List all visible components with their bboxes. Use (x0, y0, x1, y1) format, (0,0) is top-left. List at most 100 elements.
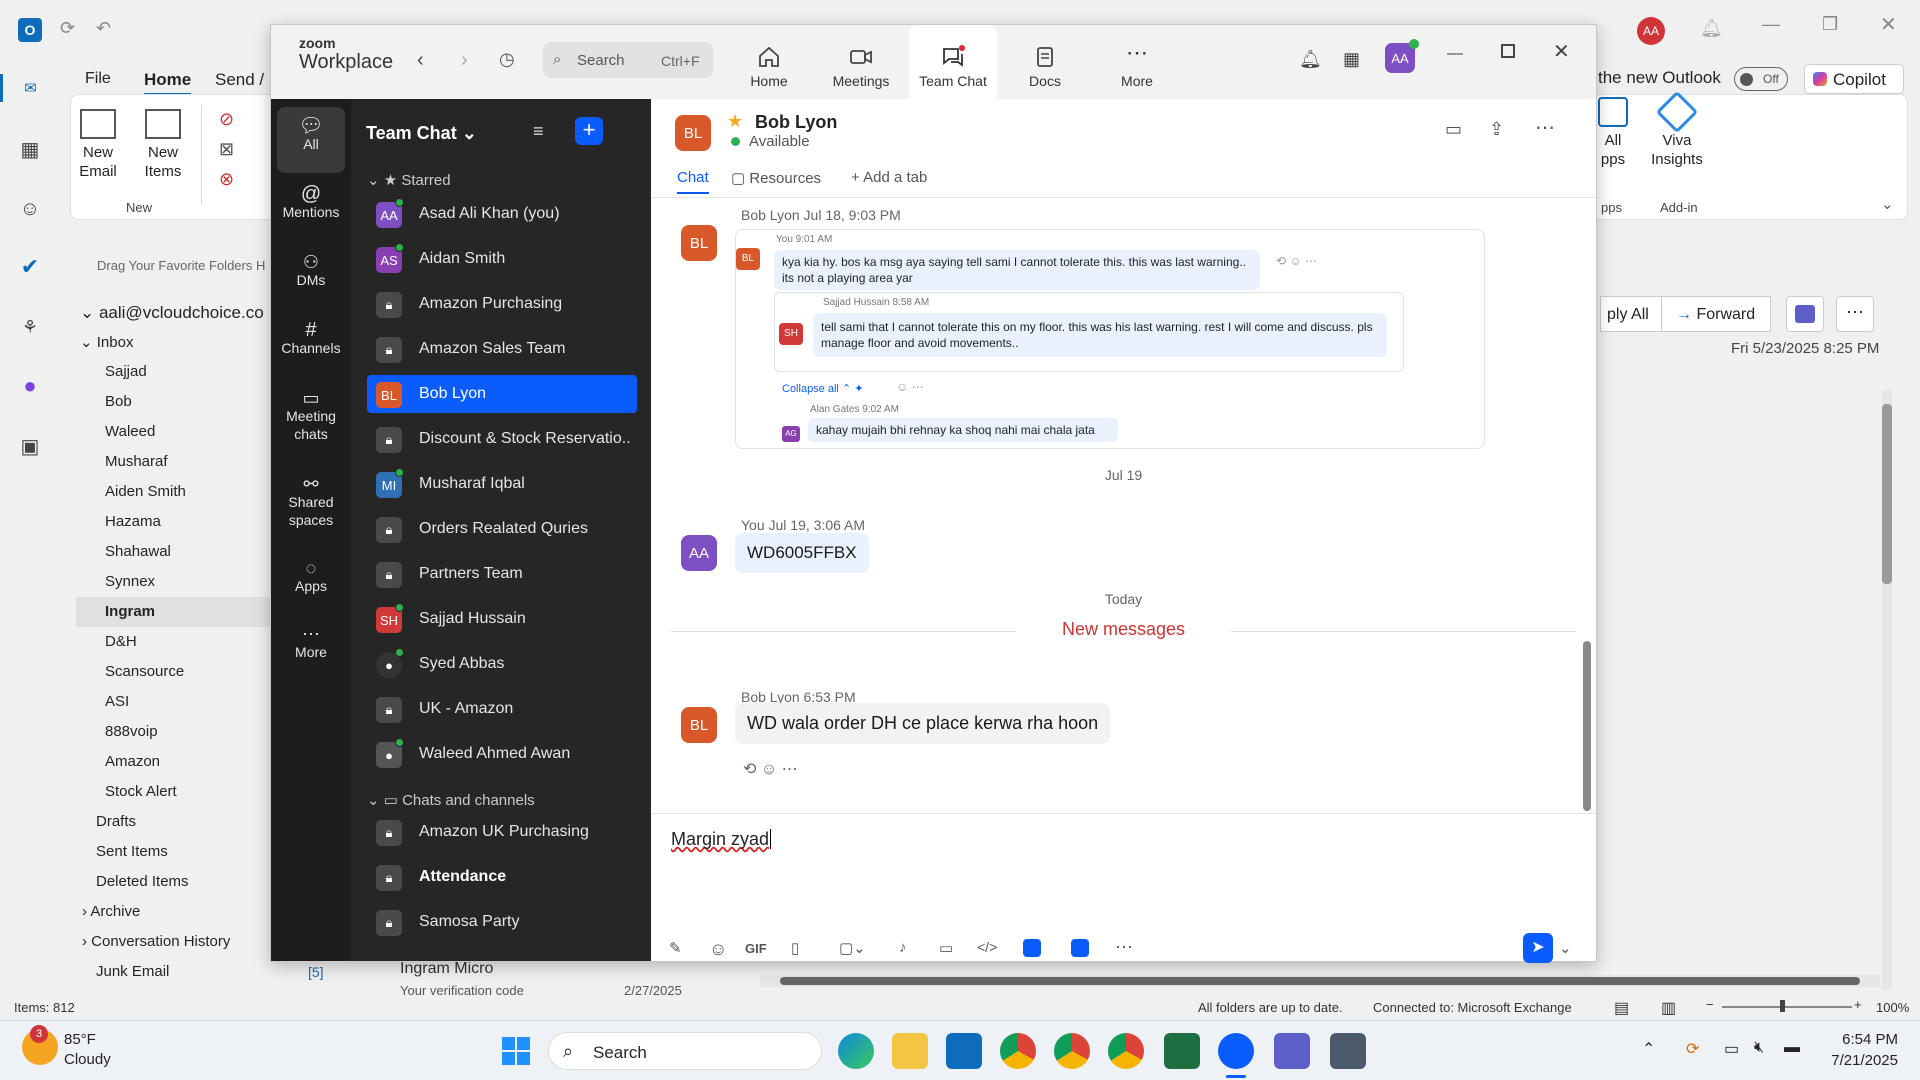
chat-item[interactable]: 🔒︎ Amazon Sales Team (367, 330, 637, 368)
folder-item[interactable]: Aiden Smith (105, 483, 186, 500)
new-items-button[interactable]: New Items (135, 109, 191, 181)
chat-item[interactable]: AS Aidan Smith (367, 240, 637, 278)
chat-item[interactable]: 🔒︎ Amazon Purchasing (367, 285, 637, 323)
compose-input[interactable]: Margin zyad (671, 829, 772, 850)
folder-item[interactable]: Hazama (105, 513, 161, 530)
bell-icon[interactable]: 🔔︎ (1700, 18, 1723, 39)
app-icon[interactable] (1023, 939, 1041, 957)
reading-scrollbar[interactable] (1882, 390, 1892, 990)
chat-item[interactable]: MI Musharaf Iqbal (367, 465, 637, 503)
chat-item-selected[interactable]: BL Bob Lyon (367, 375, 637, 413)
chat-item[interactable]: SH Sajjad Hussain (367, 600, 637, 638)
tab-resources[interactable]: ▢ Resources (731, 169, 821, 187)
tab-docs[interactable]: Docs (1001, 25, 1089, 99)
history-icon[interactable]: ◷ (499, 49, 515, 70)
folder-deleted[interactable]: Deleted Items (96, 873, 189, 890)
more-tools-icon[interactable]: ⋯ (1115, 937, 1137, 959)
add-tab-button[interactable]: + Add a tab (851, 169, 927, 186)
cleanup-icon[interactable]: ⊠ (219, 139, 234, 160)
folder-item[interactable]: Shahawal (105, 543, 171, 560)
maximize-icon[interactable]: ❐ (1822, 14, 1838, 35)
more-actions-button[interactable]: ⋯ (1836, 296, 1874, 332)
chrome-icon[interactable] (1000, 1033, 1036, 1069)
search-bar[interactable]: ⌕ Search Ctrl+F (543, 42, 713, 78)
menu-home[interactable]: Home (144, 70, 192, 96)
folder-item[interactable]: ASI (105, 693, 129, 710)
file-icon[interactable]: ▯ (791, 939, 813, 961)
tab-home[interactable]: Home (725, 25, 813, 99)
chat-header-name[interactable]: Bob Lyon (755, 112, 837, 133)
header-avatar[interactable]: BL (675, 115, 711, 151)
teams-icon[interactable] (1274, 1033, 1310, 1069)
tab-chat[interactable]: Chat (677, 169, 709, 194)
quote-actions-icon[interactable]: ⟲ ☺ ⋯ (1276, 254, 1317, 268)
new-email-button[interactable]: New Email (73, 109, 123, 181)
chats-channels-section[interactable]: ⌄ ▭ Chats and channels (367, 791, 535, 809)
chat-item[interactable]: 🔒︎ Orders Realated Quries (367, 510, 637, 548)
video-call-icon[interactable]: ▭ (1445, 119, 1462, 140)
chat-item[interactable]: 🔒︎ Discount & Stock Reservatio... (367, 420, 637, 458)
inbox-folder[interactable]: ⌄ Inbox (80, 333, 133, 351)
tab-meetings[interactable]: Meetings (817, 25, 905, 99)
menu-send[interactable]: Send / (215, 70, 264, 90)
rail-shared-spaces[interactable]: ⚯ Shared spaces (277, 475, 345, 529)
file-explorer-icon[interactable] (892, 1033, 928, 1069)
folder-drafts[interactable]: Drafts (96, 813, 136, 830)
chrome-icon[interactable] (1054, 1033, 1090, 1069)
teams-share-button[interactable] (1786, 296, 1824, 332)
forward-button[interactable]: → Forward (1661, 296, 1771, 332)
zoom-slider-thumb[interactable] (1780, 1000, 1785, 1012)
rail-dms[interactable]: ⚇ DMs (277, 253, 345, 289)
rail-more[interactable]: ⋯ More (277, 625, 345, 661)
chat-item[interactable]: 🔒︎ UK - Amazon (367, 690, 637, 728)
ignore-icon[interactable]: ⊘ (219, 109, 234, 130)
outlook-avatar[interactable]: AA (1637, 17, 1665, 45)
rail-all[interactable]: 💬︎ All (277, 107, 345, 173)
zoom-in-icon[interactable]: + (1854, 997, 1862, 1012)
thread-actions-icon[interactable]: ☺ ⋯ (896, 380, 924, 394)
preview-sender[interactable]: Ingram Micro (400, 960, 493, 978)
zoom-out-icon[interactable]: − (1706, 997, 1714, 1012)
emoji-icon[interactable]: ☺ (709, 939, 731, 961)
menu-file[interactable]: File (85, 70, 111, 88)
tab-team-chat[interactable]: Team Chat (909, 25, 997, 99)
ribbon-expand-icon[interactable]: ⌄ (1881, 195, 1894, 213)
format-icon[interactable]: ✎ (669, 939, 691, 961)
chat-more-icon[interactable]: ⋯ (1535, 115, 1555, 140)
close-icon[interactable]: ✕ (1880, 12, 1897, 37)
send-button[interactable]: ➤ (1523, 933, 1553, 963)
folder-item[interactable]: Musharaf (105, 453, 168, 470)
forward-nav-icon[interactable]: › (461, 49, 468, 72)
folder-item[interactable]: Stock Alert (105, 783, 177, 800)
account-folder[interactable]: ⌄ aali@vcloudchoice.co (80, 303, 264, 323)
copilot-button[interactable]: Copilot (1804, 64, 1904, 94)
code-icon[interactable]: </> (977, 939, 999, 961)
star-icon[interactable]: ★ (727, 111, 743, 132)
microphone-icon[interactable]: ♪ (899, 939, 921, 961)
chat-item[interactable]: 🔒︎ Amazon UK Purchasing (367, 813, 637, 851)
chat-item[interactable]: 🔒︎ Partners Team (367, 555, 637, 593)
excel-icon[interactable] (1164, 1033, 1200, 1069)
video-message-icon[interactable]: ▭ (939, 939, 961, 961)
h-scroll-thumb[interactable] (780, 977, 1860, 985)
screenshot-icon[interactable]: ▢⌄ (839, 939, 866, 961)
minimize-icon[interactable]: — (1762, 14, 1780, 35)
sync-icon[interactable]: ⟳ (60, 18, 82, 40)
folder-item[interactable]: Waleed (105, 423, 155, 440)
all-apps-button[interactable]: All pps (1593, 97, 1633, 169)
calculator-icon[interactable] (1330, 1033, 1366, 1069)
network-icon[interactable]: ▭ (1724, 1039, 1739, 1059)
rail-mentions[interactable]: @ Mentions (277, 184, 345, 221)
minimize-icon[interactable]: — (1447, 45, 1463, 63)
folder-item[interactable]: Bob (105, 393, 132, 410)
battery-icon[interactable]: ▬ (1784, 1039, 1800, 1057)
folder-item[interactable]: D&H (105, 633, 137, 650)
chrome-icon[interactable] (1108, 1033, 1144, 1069)
undo-icon[interactable]: ↶ (96, 18, 118, 40)
reading-view-icon[interactable]: ▥ (1661, 998, 1676, 1018)
loop-icon[interactable]: ● (16, 372, 44, 400)
todo-icon[interactable]: ✔ (16, 253, 44, 281)
share-screen-icon[interactable]: ⇪ (1489, 119, 1504, 140)
quoted-thread-card[interactable]: BL You 9:01 AM kya kia hy. bos ka msg ay… (735, 229, 1485, 449)
message-bubble[interactable]: WD6005FFBX (735, 533, 869, 573)
